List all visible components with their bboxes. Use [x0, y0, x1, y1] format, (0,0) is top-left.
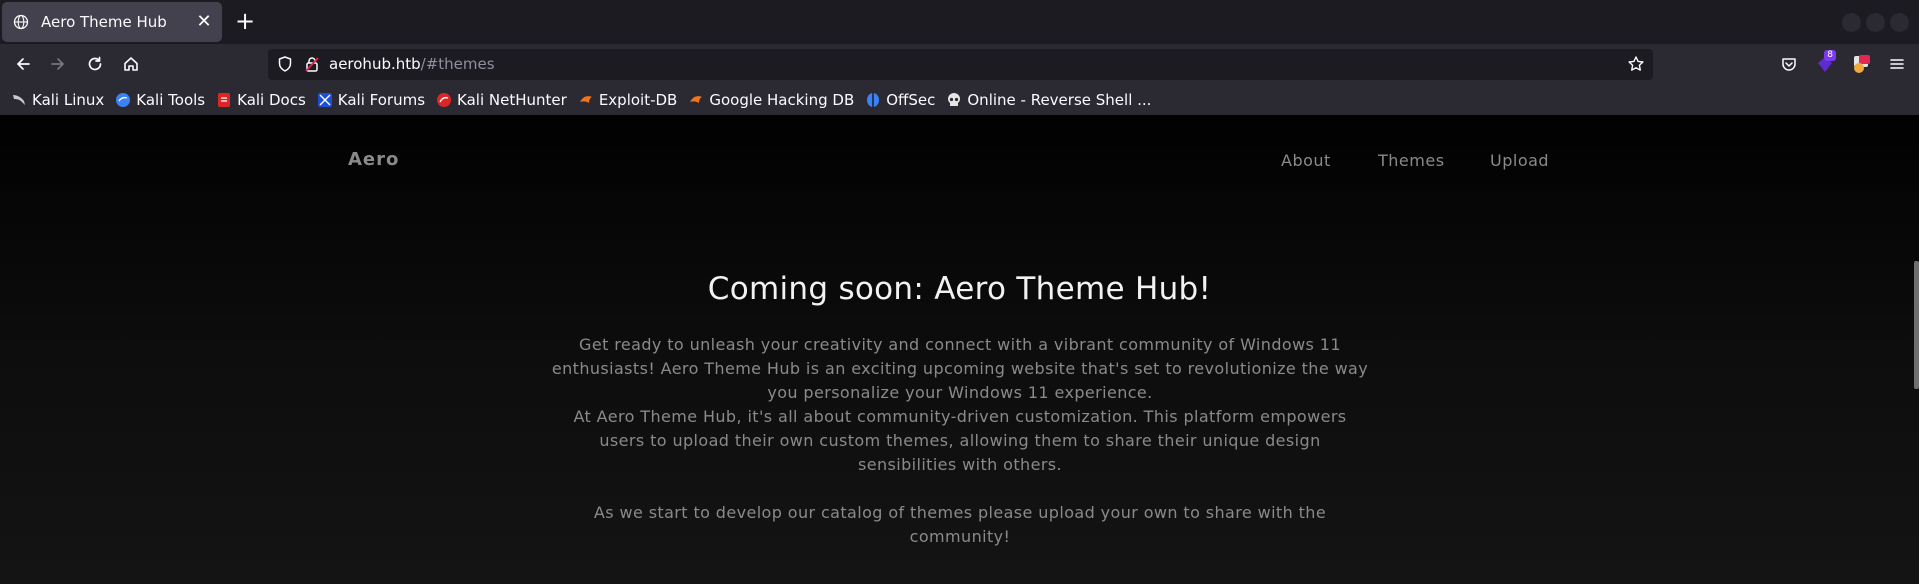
forward-button[interactable] [44, 50, 72, 78]
close-window-button[interactable] [1890, 13, 1909, 32]
bookmark-label: Online - Reverse Shell ... [967, 90, 1152, 109]
extension-2-button[interactable] [1847, 50, 1875, 78]
hero-paragraph-call-to-action: As we start to develop our catalog of th… [593, 503, 1327, 546]
bookmark-item[interactable]: OffSec [865, 89, 935, 111]
bookmark-item[interactable]: Kali Forums [317, 89, 425, 111]
app-menu-button[interactable] [1883, 50, 1911, 78]
kali-tools-icon [115, 92, 131, 108]
address-bar[interactable]: aerohub.htb/#themes [268, 49, 1653, 80]
web-page: Aero About Themes Upload Coming soon: Ae… [0, 115, 1919, 584]
bookmark-label: Exploit-DB [598, 90, 678, 109]
pocket-icon [1782, 58, 1796, 71]
bookmark-label: Kali Tools [136, 90, 206, 109]
bookmark-item[interactable]: Kali Tools [115, 89, 205, 111]
offsec-icon [865, 92, 881, 108]
tab-aero-theme-hub[interactable]: Aero Theme Hub ✕ [2, 2, 222, 42]
url-host: aerohub.htb [329, 55, 421, 73]
hero-title: Coming soon: Aero Theme Hub! [707, 271, 1212, 307]
hero-description: Get ready to unleash your creativity and… [550, 333, 1370, 549]
hamburger-menu-icon [1890, 59, 1904, 69]
maximize-button[interactable] [1866, 13, 1885, 32]
hero-paragraph-community: At Aero Theme Hub, it's all about commun… [573, 407, 1347, 474]
nav-link-about[interactable]: About [1281, 151, 1331, 170]
extension-2-icon [1854, 55, 1870, 73]
ghdb-icon [688, 92, 704, 108]
scrollbar-thumb[interactable] [1914, 261, 1919, 389]
bookmark-label: Kali Docs [237, 90, 306, 109]
nav-link-upload[interactable]: Upload [1490, 151, 1549, 170]
bookmark-item[interactable]: Kali Linux [11, 89, 104, 111]
shield-icon[interactable] [276, 55, 294, 73]
back-button[interactable] [9, 50, 37, 78]
bookmark-label: Kali Forums [337, 90, 426, 109]
home-button[interactable] [117, 50, 145, 78]
bookmark-label: Google Hacking DB [709, 90, 855, 109]
arrow-left-icon [17, 58, 30, 70]
url-path: /#themes [420, 55, 495, 73]
arrow-right-icon [51, 58, 64, 70]
bookmark-label: Kali Linux [32, 90, 105, 109]
nethunter-icon [436, 92, 452, 108]
lock-warning-icon[interactable] [303, 55, 321, 73]
bookmark-item[interactable]: Kali Docs [216, 89, 306, 111]
extension-button[interactable]: 8 [1811, 50, 1839, 78]
pocket-button[interactable] [1775, 50, 1803, 78]
hero-paragraph-intro: Get ready to unleash your creativity and… [551, 335, 1369, 402]
kali-dragon-icon [11, 92, 27, 108]
site-brand[interactable]: Aero [348, 149, 399, 170]
navigation-toolbar: aerohub.htb/#themes 8 [0, 44, 1919, 84]
new-tab-button[interactable]: + [232, 8, 258, 36]
bookmarks-toolbar: Kali Linux Kali Tools Kali Docs Kali Forums… [0, 84, 1919, 115]
extension-badge: 8 [1824, 50, 1836, 61]
bookmark-item[interactable]: Online - Reverse Shell ... [946, 89, 1151, 111]
minimize-button[interactable] [1842, 13, 1861, 32]
skull-icon [946, 92, 962, 108]
kali-docs-icon [216, 92, 232, 108]
bookmark-item[interactable]: Google Hacking DB [688, 89, 854, 111]
close-tab-icon[interactable]: ✕ [194, 12, 214, 32]
reload-button[interactable] [81, 50, 109, 78]
kali-forums-icon [317, 92, 333, 108]
globe-icon [12, 14, 29, 31]
exploitdb-icon [578, 92, 594, 108]
nav-link-themes[interactable]: Themes [1378, 151, 1445, 170]
extension-icon: 8 [1814, 50, 1836, 75]
bookmark-label: OffSec [886, 90, 936, 109]
bookmark-item[interactable]: Kali NetHunter [436, 89, 567, 111]
bookmark-item[interactable]: Exploit-DB [578, 89, 678, 111]
home-icon [124, 57, 138, 71]
bookmark-label: Kali NetHunter [457, 90, 567, 109]
reload-icon [88, 56, 102, 71]
url-text[interactable]: aerohub.htb/#themes [329, 55, 495, 73]
tab-title: Aero Theme Hub [41, 13, 167, 31]
tab-strip: Aero Theme Hub ✕ + [0, 0, 1919, 44]
bookmark-star-icon[interactable] [1627, 55, 1645, 73]
